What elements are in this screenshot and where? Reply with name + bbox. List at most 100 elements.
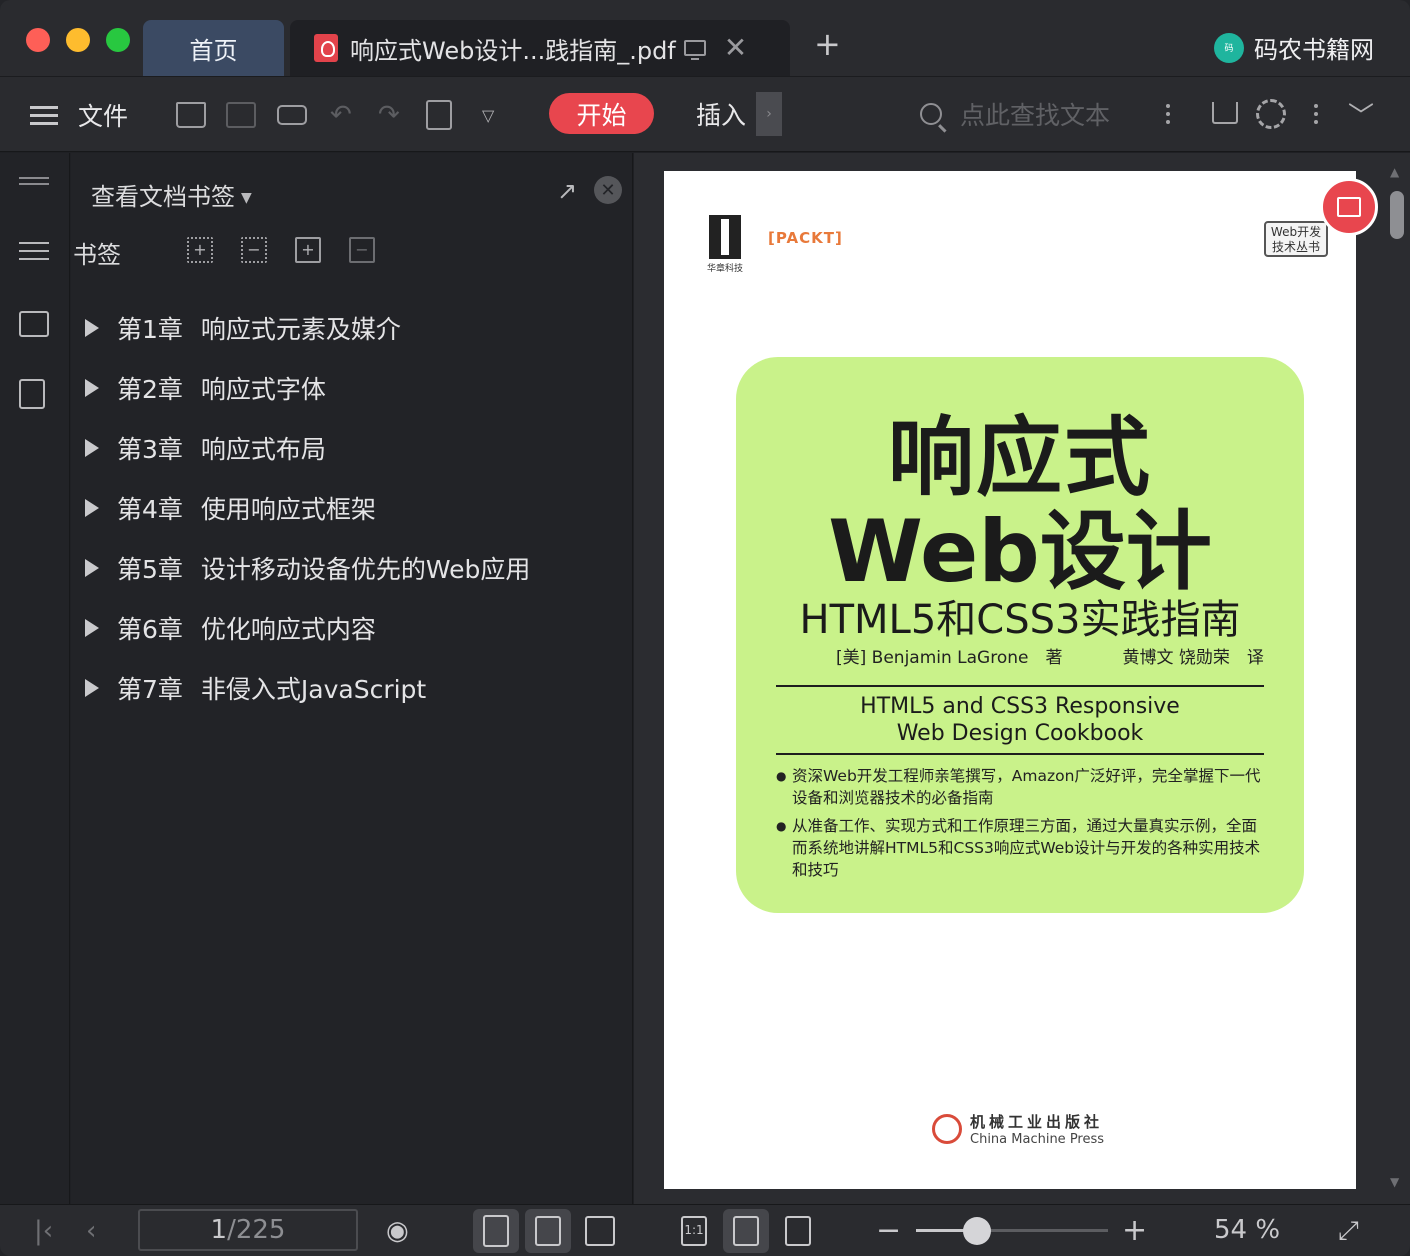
print-icon[interactable] xyxy=(277,95,307,135)
zoom-slider-knob[interactable] xyxy=(963,1217,991,1245)
bookmark-item-3[interactable]: 第3章 响应式布局 xyxy=(85,418,530,478)
annotation-icon[interactable] xyxy=(19,379,45,409)
new-tab-button[interactable]: + xyxy=(814,28,841,60)
monitor-icon[interactable] xyxy=(683,40,706,60)
expand-triangle-icon[interactable] xyxy=(85,679,99,697)
vertical-scrollbar[interactable] xyxy=(1390,191,1404,239)
two-page-view-button[interactable] xyxy=(577,1209,623,1253)
collapse-all-icon[interactable]: − xyxy=(241,237,267,263)
english-title: HTML5 and CSS3 Responsive Web Design Coo… xyxy=(860,694,1180,746)
bookmark-section-label: 书签 xyxy=(73,241,121,269)
tab-document[interactable]: 响应式Web设计...践指南_.pdf ✕ xyxy=(290,20,790,76)
bookmark-item-7[interactable]: 第7章 非侵入式JavaScript xyxy=(85,658,530,718)
collapse-panel-icon[interactable] xyxy=(19,177,49,185)
document-viewport[interactable]: 华章科技 [PACKT] Web开发 技术丛书 响应式 Web设计 HTML5和… xyxy=(634,153,1410,1204)
expand-triangle-icon[interactable] xyxy=(85,559,99,577)
cover-bullet: 从准备工作、实现方式和工作原理三方面，通过大量真实示例，全面而系统地讲解HTML… xyxy=(776,815,1266,881)
undo-icon[interactable]: ↶ xyxy=(330,95,352,135)
expand-triangle-icon[interactable] xyxy=(85,439,99,457)
open-folder-icon[interactable] xyxy=(176,95,206,135)
add-bookmark-icon[interactable]: + xyxy=(295,237,321,263)
redo-icon[interactable]: ↷ xyxy=(378,95,400,135)
bookmark-item-6[interactable]: 第6章 优化响应式内容 xyxy=(85,598,530,658)
search-placeholder: 点此查找文本 xyxy=(960,101,1111,130)
expand-triangle-icon[interactable] xyxy=(85,619,99,637)
app-window: 首页 响应式Web设计...践指南_.pdf ✕ + 码 码农书籍网 文件 ↶ … xyxy=(0,0,1410,1256)
settings-gear-icon[interactable] xyxy=(1256,99,1286,129)
divider xyxy=(776,685,1264,687)
zoom-level[interactable]: 54 % xyxy=(1214,1215,1280,1245)
pop-out-icon[interactable]: ↗ xyxy=(557,177,577,205)
cover-bullet: 资深Web开发工程师亲笔撰写，Amazon广泛好评，完全掌握下一代设备和浏览器技… xyxy=(776,765,1266,809)
publisher: 机械工业出版社 China Machine Press xyxy=(932,1111,1104,1147)
single-page-view-button[interactable] xyxy=(525,1209,571,1253)
pdf-icon xyxy=(314,34,338,62)
tab-close-icon[interactable]: ✕ xyxy=(724,34,747,62)
close-window-button[interactable] xyxy=(26,28,50,52)
caret-down-icon: ▼ xyxy=(241,190,252,206)
fit-width-button[interactable] xyxy=(775,1209,821,1253)
cover-bullets: 资深Web开发工程师亲笔撰写，Amazon广泛好评，完全掌握下一代设备和浏览器技… xyxy=(776,765,1266,887)
convert-icon[interactable] xyxy=(426,95,452,135)
previous-page-icon[interactable]: ‹ xyxy=(86,1217,96,1245)
actual-size-button[interactable]: 1:1 xyxy=(671,1209,717,1253)
brand[interactable]: 码 码农书籍网 xyxy=(1214,30,1374,65)
fit-page-button[interactable] xyxy=(723,1209,769,1253)
read-mode-eye-icon[interactable]: ◉ xyxy=(386,1217,409,1245)
title-bar: 首页 响应式Web设计...践指南_.pdf ✕ + 码 码农书籍网 xyxy=(0,0,1410,76)
dropdown-chevron-icon[interactable]: ▽ xyxy=(482,95,494,135)
expand-triangle-icon[interactable] xyxy=(85,379,99,397)
expand-all-icon[interactable]: + xyxy=(187,237,213,263)
minimize-window-button[interactable] xyxy=(66,28,90,52)
zoom-out-icon[interactable]: − xyxy=(876,1216,901,1246)
status-bar: |‹ ‹ 1/225 ◉ 1:1 − + 54 % ⤢ xyxy=(0,1204,1410,1256)
save-icon[interactable] xyxy=(226,95,256,135)
bookmark-list: 第1章 响应式元素及媒介 第2章 响应式字体 第3章 响应式布局 第4章 使用响应式框架… xyxy=(85,298,530,718)
continuous-scroll-view-button[interactable] xyxy=(473,1209,519,1253)
hz-books-logo: 华章科技 xyxy=(706,215,744,275)
book-credits: [美] Benjamin LaGrone 著 黄博文 饶勋荣 译 xyxy=(836,643,1264,668)
tab-home[interactable]: 首页 xyxy=(143,20,284,76)
share-icon[interactable] xyxy=(1212,102,1238,124)
bookmark-item-4[interactable]: 第4章 使用响应式框架 xyxy=(85,478,530,538)
remove-bookmark-icon[interactable]: − xyxy=(349,237,375,263)
menu-icon[interactable] xyxy=(30,95,58,135)
side-rail xyxy=(0,153,70,1204)
thumbnail-image-icon[interactable] xyxy=(19,311,49,337)
divider xyxy=(776,753,1264,755)
zoom-window-button[interactable] xyxy=(106,28,130,52)
book-translators: 黄博文 饶勋荣 译 xyxy=(1122,648,1264,668)
book-author: [美] Benjamin LaGrone 著 xyxy=(836,648,1063,668)
pdf-page: 华章科技 [PACKT] Web开发 技术丛书 响应式 Web设计 HTML5和… xyxy=(664,171,1356,1189)
expand-triangle-icon[interactable] xyxy=(85,499,99,517)
bookmark-item-1[interactable]: 第1章 响应式元素及媒介 xyxy=(85,298,530,358)
publisher-logo-icon xyxy=(932,1114,962,1144)
overflow-menu-icon[interactable] xyxy=(1314,100,1318,128)
bookmark-list-icon[interactable] xyxy=(19,239,49,265)
panel-title-dropdown[interactable]: 查看文档书签 ▼ xyxy=(91,177,252,212)
series-tag: Web开发 技术丛书 xyxy=(1264,221,1328,257)
cover-panel: 响应式 Web设计 HTML5和CSS3实践指南 [美] Benjamin La… xyxy=(736,357,1304,913)
image-convert-icon xyxy=(1337,197,1361,217)
scroll-up-arrow[interactable]: ▲ xyxy=(1390,165,1399,179)
more-tabs-arrow[interactable]: › xyxy=(756,92,782,136)
scroll-down-arrow[interactable]: ▼ xyxy=(1390,1175,1399,1189)
panel-close-icon[interactable]: ✕ xyxy=(594,176,622,204)
file-menu[interactable]: 文件 xyxy=(78,95,128,135)
bookmark-item-2[interactable]: 第2章 响应式字体 xyxy=(85,358,530,418)
search-box[interactable]: 点此查找文本 xyxy=(920,94,1110,134)
bookmark-item-5[interactable]: 第5章 设计移动设备优先的Web应用 xyxy=(85,538,530,598)
brand-name: 码农书籍网 xyxy=(1254,36,1374,64)
book-subtitle: HTML5和CSS3实践指南 xyxy=(799,597,1241,643)
collapse-toolbar-chevron-icon[interactable]: ﹀ xyxy=(1348,96,1374,133)
zoom-in-icon[interactable]: + xyxy=(1122,1216,1147,1246)
fullscreen-icon[interactable]: ⤢ xyxy=(1338,1217,1359,1245)
tab-insert[interactable]: 插入 xyxy=(696,94,746,134)
tab-start[interactable]: 开始 xyxy=(549,93,654,134)
more-vertical-icon[interactable] xyxy=(1166,100,1170,128)
pdf-to-image-floating-button[interactable] xyxy=(1320,178,1378,236)
expand-triangle-icon[interactable] xyxy=(85,319,99,337)
first-page-icon[interactable]: |‹ xyxy=(34,1217,53,1245)
panel-title: 查看文档书签 xyxy=(91,183,235,211)
page-number-input[interactable]: 1/225 xyxy=(138,1209,358,1251)
